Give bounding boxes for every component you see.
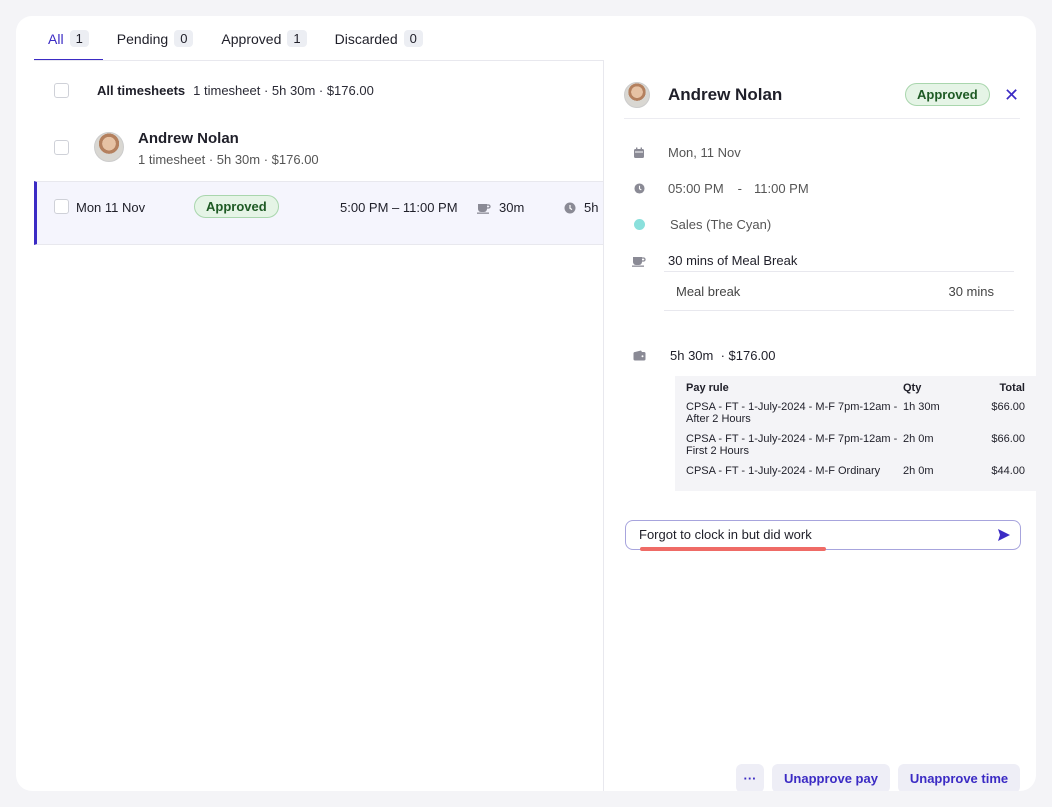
total-cell: $44.00 xyxy=(991,465,1025,477)
detail-employee-name: Andrew Nolan xyxy=(668,85,783,104)
total-cell: $66.00 xyxy=(991,433,1025,445)
tab-count: 0 xyxy=(403,30,423,47)
detail-break-row: 30 mins of Meal Break xyxy=(632,253,797,268)
table-row: CPSA - FT - 1-July-2024 - M-F 7pm-12am -… xyxy=(686,401,1025,425)
tab-count: 1 xyxy=(287,30,307,47)
team-name: Sales (The Cyan) xyxy=(670,217,772,232)
meal-break-item: Meal break 30 mins xyxy=(664,271,1014,311)
timesheet-date: Mon 11 Nov xyxy=(76,200,146,215)
tab-label: Discarded xyxy=(334,30,398,47)
column-header: Total xyxy=(999,382,1025,394)
meal-break-value: 30 mins xyxy=(948,284,994,299)
detail-date: Mon, 11 Nov xyxy=(668,145,741,160)
clock-icon xyxy=(632,182,646,196)
clock-icon xyxy=(564,202,576,213)
pay-rule-cell: CPSA - FT - 1-July-2024 - M-F 7pm-12am -… xyxy=(686,433,898,457)
column-header: Qty xyxy=(903,382,922,394)
comment-input[interactable] xyxy=(639,527,979,542)
tab-label: Approved xyxy=(221,30,282,47)
all-timesheets-row: All timesheets 1 timesheet · 5h 30m · $1… xyxy=(34,75,604,105)
header-divider xyxy=(624,118,1020,119)
table-row: CPSA - FT - 1-July-2024 - M-F 7pm-12am -… xyxy=(686,433,1025,457)
qty-cell: 2h 0m xyxy=(903,465,934,477)
worked-duration: 5h xyxy=(584,200,599,215)
detail-team-row: Sales (The Cyan) xyxy=(632,217,771,232)
total-cell: $66.00 xyxy=(991,401,1025,413)
qty-cell: 2h 0m xyxy=(903,433,934,445)
wallet-icon xyxy=(632,349,646,363)
timesheet-row[interactable]: Mon 11 Nov Approved 5:00 PM – 11:00 PM 3… xyxy=(34,181,604,245)
detail-header: Andrew Nolan Approved ✕ xyxy=(624,81,1020,121)
tab-label: Pending xyxy=(116,30,169,47)
tab-label: All xyxy=(48,30,64,47)
detail-time-row: 05:00 PM - 11:00 PM xyxy=(632,181,809,196)
table-header: Pay rule Qty Total xyxy=(686,382,1025,394)
tabs-divider xyxy=(34,60,604,61)
pay-summary: 5h 30m · $176.00 xyxy=(670,348,776,363)
column-header: Pay rule xyxy=(686,382,729,394)
tab-approved[interactable]: Approved 1 xyxy=(207,16,320,61)
tab-pending[interactable]: Pending 0 xyxy=(103,16,208,61)
all-timesheets-summary: 1 timesheet · 5h 30m · $176.00 xyxy=(193,82,374,98)
coffee-cup-icon xyxy=(632,254,646,268)
employee-checkbox[interactable] xyxy=(54,140,69,155)
team-color-dot xyxy=(632,218,646,232)
break-title: 30 mins of Meal Break xyxy=(668,253,798,268)
avatar xyxy=(94,132,124,162)
avatar xyxy=(624,82,650,108)
time-separator: - xyxy=(737,181,742,196)
pay-rule-cell: CPSA - FT - 1-July-2024 - M-F 7pm-12am -… xyxy=(686,401,898,425)
more-options-button[interactable]: ··· xyxy=(736,764,764,791)
timesheet-duration: 5h xyxy=(564,200,598,215)
detail-pay-row: 5h 30m · $176.00 xyxy=(632,348,776,363)
end-time[interactable]: 11:00 PM xyxy=(754,181,809,196)
pay-rule-table: Pay rule Qty Total CPSA - FT - 1-July-20… xyxy=(675,376,1036,491)
timesheet-detail-panel: Andrew Nolan Approved ✕ Mon, 11 Nov 05:0… xyxy=(604,61,1036,791)
table-row: CPSA - FT - 1-July-2024 - M-F Ordinary 2… xyxy=(686,465,1025,477)
comment-box xyxy=(625,520,1021,550)
pay-rule-cell: CPSA - FT - 1-July-2024 - M-F Ordinary xyxy=(686,465,881,477)
break-duration: 30m xyxy=(499,200,525,215)
annotation-underline xyxy=(640,547,826,551)
timesheets-card: All 1 Pending 0 Approved 1 Discarded 0 A… xyxy=(16,16,1036,791)
timesheet-time-range: 5:00 PM – 11:00 PM xyxy=(340,200,458,215)
employee-summary: 1 timesheet · 5h 30m · $176.00 xyxy=(138,152,319,167)
unapprove-time-button[interactable]: Unapprove time xyxy=(898,764,1020,791)
qty-cell: 1h 30m xyxy=(903,401,940,413)
tab-count: 1 xyxy=(69,30,89,47)
send-icon[interactable] xyxy=(997,528,1011,542)
employee-row[interactable]: Andrew Nolan 1 timesheet · 5h 30m · $176… xyxy=(34,126,604,181)
tab-discarded[interactable]: Discarded 0 xyxy=(321,16,437,61)
unapprove-pay-button[interactable]: Unapprove pay xyxy=(772,764,890,791)
timesheet-break: 30m xyxy=(477,200,524,215)
detail-date-row: Mon, 11 Nov xyxy=(632,145,741,160)
coffee-cup-icon xyxy=(477,203,491,214)
select-all-checkbox[interactable] xyxy=(54,82,69,98)
status-tabs: All 1 Pending 0 Approved 1 Discarded 0 xyxy=(34,16,437,61)
meal-break-label: Meal break xyxy=(676,284,741,299)
all-timesheets-label: All timesheets xyxy=(97,82,186,98)
status-badge: Approved xyxy=(905,83,990,106)
tab-count: 0 xyxy=(174,30,194,47)
close-icon[interactable]: ✕ xyxy=(1004,85,1019,106)
status-badge: Approved xyxy=(194,195,279,218)
timesheet-checkbox[interactable] xyxy=(54,199,69,214)
tab-all[interactable]: All 1 xyxy=(34,16,103,61)
employee-name: Andrew Nolan xyxy=(138,130,239,147)
calendar-icon xyxy=(632,146,646,160)
start-time[interactable]: 05:00 PM xyxy=(668,181,724,196)
